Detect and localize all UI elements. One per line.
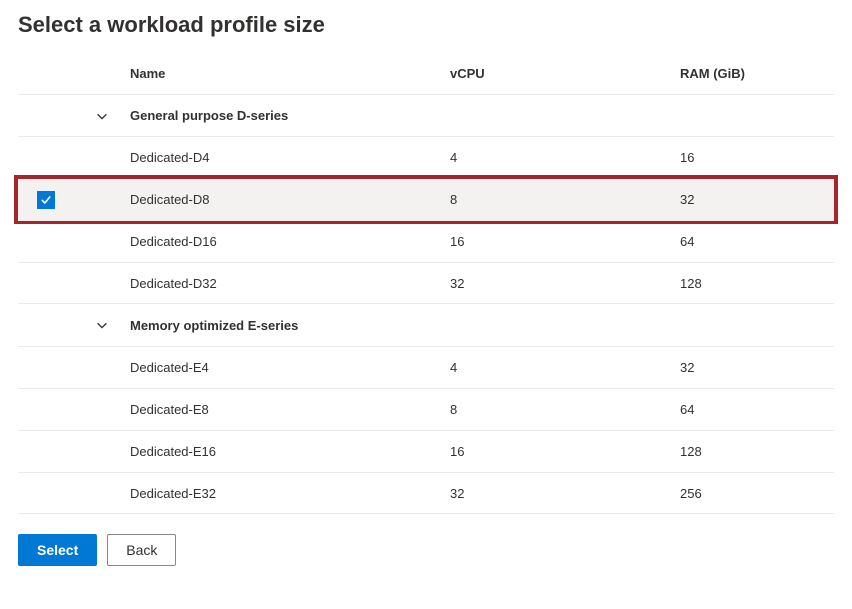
dialog-footer: Select Back [18,534,834,566]
row-ram: 128 [680,268,834,299]
row-ram: 128 [680,436,834,467]
row-name: Dedicated-E16 [130,436,450,467]
group-expander[interactable] [74,310,130,340]
row-name: Dedicated-D8 [130,184,450,215]
table-row[interactable]: Dedicated-E8 8 64 [18,388,834,430]
group-label: Memory optimized E-series [130,310,834,341]
chevron-down-icon [95,318,109,332]
row-ram: 16 [680,142,834,173]
checkmark-icon [40,194,52,206]
row-vcpu: 8 [450,394,680,425]
table-row[interactable]: Dedicated-E32 32 256 [18,472,834,514]
chevron-down-icon [95,109,109,123]
row-vcpu: 4 [450,352,680,383]
row-name: Dedicated-D4 [130,142,450,173]
row-vcpu: 16 [450,226,680,257]
table-row[interactable]: Dedicated-D8 8 32 [18,178,834,220]
row-vcpu: 4 [450,142,680,173]
row-ram: 32 [680,184,834,215]
select-button[interactable]: Select [18,534,97,566]
row-ram: 32 [680,352,834,383]
table-header-row: Name vCPU RAM (GiB) [18,52,834,94]
row-ram: 256 [680,478,834,509]
table-row[interactable]: Dedicated-E4 4 32 [18,346,834,388]
table-row[interactable]: Dedicated-D4 4 16 [18,136,834,178]
row-name: Dedicated-E8 [130,394,450,425]
header-check-spacer [18,65,74,81]
column-header-name[interactable]: Name [130,58,450,89]
row-name: Dedicated-D32 [130,268,450,299]
table-row[interactable]: Dedicated-D16 16 64 [18,220,834,262]
row-checkbox[interactable] [37,191,55,209]
row-ram: 64 [680,226,834,257]
page-title: Select a workload profile size [18,12,834,38]
group-label: General purpose D-series [130,100,834,131]
back-button[interactable]: Back [107,534,176,566]
row-vcpu: 32 [450,268,680,299]
group-header-d-series[interactable]: General purpose D-series [18,94,834,136]
table-row[interactable]: Dedicated-E16 16 128 [18,430,834,472]
group-expander[interactable] [74,101,130,131]
column-header-ram[interactable]: RAM (GiB) [680,58,834,89]
header-expand-spacer [74,65,130,81]
row-vcpu: 16 [450,436,680,467]
row-ram: 64 [680,394,834,425]
row-name: Dedicated-D16 [130,226,450,257]
row-name: Dedicated-E4 [130,352,450,383]
table-row[interactable]: Dedicated-D32 32 128 [18,262,834,304]
row-vcpu: 32 [450,478,680,509]
row-vcpu: 8 [450,184,680,215]
group-header-e-series[interactable]: Memory optimized E-series [18,304,834,346]
row-name: Dedicated-E32 [130,478,450,509]
profile-size-table: Name vCPU RAM (GiB) General purpose D-se… [18,52,834,514]
column-header-vcpu[interactable]: vCPU [450,58,680,89]
